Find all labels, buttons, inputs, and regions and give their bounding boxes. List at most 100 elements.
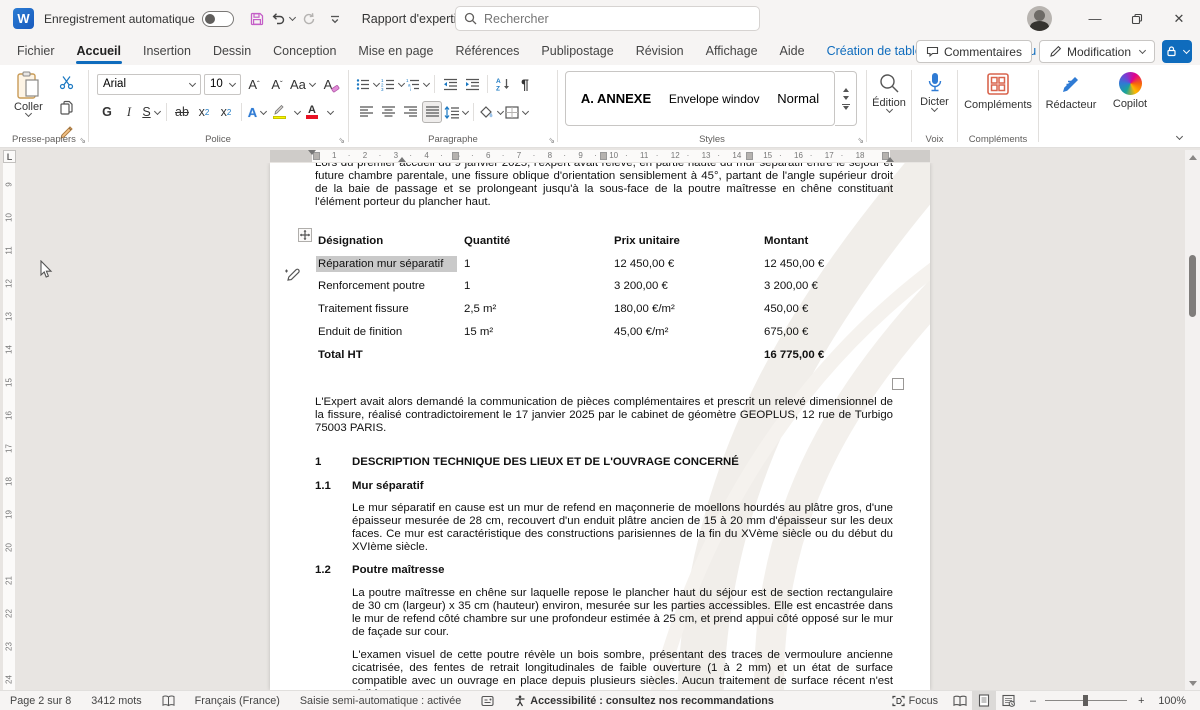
print-layout-button[interactable] [972,691,996,710]
tab-conception[interactable]: Conception [262,39,347,63]
paste-button[interactable]: Coller [14,71,43,116]
web-layout-button[interactable] [996,691,1020,710]
highlight-button[interactable] [269,101,289,123]
edition-button[interactable]: Édition [869,72,909,112]
font-name-select[interactable]: Arial [97,74,201,95]
restore-button[interactable] [1116,0,1158,37]
paragraph-dialog-launcher[interactable]: ⇘ [548,136,555,145]
autosave-control[interactable]: Enregistrement automatique [44,11,234,27]
dictate-button[interactable]: Dicter [915,72,954,111]
copilot-button[interactable]: Copilot [1104,72,1156,110]
document-content[interactable]: Lors du premier accueil du 9 janvier 202… [315,163,893,690]
close-button[interactable]: ✕ [1158,0,1200,37]
tab-aide[interactable]: Aide [769,39,816,63]
change-case-button[interactable]: Aa [290,73,315,95]
zoom-out-button[interactable]: – [1020,695,1038,707]
shading-button[interactable] [479,101,503,123]
page-indicator[interactable]: Page 2 sur 8 [0,695,81,707]
tab-mise-en-page[interactable]: Mise en page [347,39,444,63]
paragraph-poutre[interactable]: La poutre maîtresse en chêne sur laquell… [352,587,893,639]
align-center-button[interactable] [378,101,398,123]
underline-button[interactable]: S [141,101,161,123]
table-column-marker[interactable] [452,152,459,160]
tab-stop-selector[interactable]: L [3,150,16,163]
cut-button[interactable] [56,71,76,93]
subscript-button[interactable]: x2 [194,101,214,123]
redo-button[interactable] [296,6,322,32]
account-avatar[interactable] [1027,6,1052,31]
tab-publipostage[interactable]: Publipostage [530,39,624,63]
table-total-row[interactable]: Total HT 16 775,00 € [315,344,895,367]
table-row[interactable]: Renforcement poutre 1 3 200,00 € 3 200,0… [315,276,895,299]
tab-fichier[interactable]: Fichier [6,39,66,63]
shrink-font-button[interactable]: Aˇ [267,73,287,95]
right-indent-marker[interactable] [886,157,894,162]
read-mode-button[interactable] [948,691,972,710]
superscript-button[interactable]: x2 [216,101,236,123]
table-column-marker[interactable] [600,152,607,160]
first-line-indent-marker[interactable] [308,150,316,155]
autosave-toggle[interactable] [202,11,234,27]
inline-rewrite-pen-icon[interactable] [284,266,301,283]
scrollbar-thumb[interactable] [1189,255,1196,317]
table-column-marker[interactable] [746,152,753,160]
paragraph-fissure[interactable]: future chambre parentale, une fissure ob… [315,170,893,209]
undo-button[interactable] [270,6,296,32]
bold-button[interactable]: G [97,101,117,123]
share-button[interactable] [1162,40,1192,63]
document-canvas[interactable]: 9101112131415161718192021222324 Lors du … [0,163,1200,690]
vertical-ruler[interactable]: 9101112131415161718192021222324 [3,163,15,690]
numbering-button[interactable]: 123 [381,73,404,95]
save-button[interactable] [244,6,270,32]
table-row[interactable]: Enduit de finition 15 m² 45,00 €/m² 675,… [315,321,895,344]
word-count[interactable]: 3412 mots [81,695,151,707]
editor-button[interactable]: Rédacteur [1040,72,1102,111]
language-indicator[interactable]: Français (France) [185,695,290,707]
align-left-button[interactable] [356,101,376,123]
bullets-button[interactable] [356,73,379,95]
quick-access-overflow-button[interactable] [322,6,348,32]
style-annexe[interactable]: A. ANNEXE [581,91,651,106]
tab-accueil[interactable]: Accueil [66,39,132,63]
clear-format-button[interactable]: A [318,73,338,95]
estimate-table[interactable]: Désignation Quantité Prix unitaire Monta… [315,230,895,367]
zoom-in-button[interactable]: + [1134,695,1148,707]
minimize-button[interactable]: — [1074,0,1116,37]
proofing-status[interactable] [152,695,185,707]
sort-button[interactable]: AZ [493,73,513,95]
strikethrough-button[interactable]: ab [172,101,192,123]
scroll-down-button[interactable] [1185,676,1200,690]
document-page[interactable]: Lors du premier accueil du 9 janvier 202… [270,163,930,690]
word-logo-icon[interactable]: W [13,8,34,29]
show-marks-button[interactable]: ¶ [515,73,535,95]
clipboard-dialog-launcher[interactable]: ⇘ [79,136,86,145]
styles-gallery-scroll[interactable] [835,71,857,126]
decrease-indent-button[interactable] [440,73,460,95]
collapse-ribbon-icon[interactable] [1176,133,1183,140]
multilevel-list-button[interactable]: 1ai [406,73,429,95]
search-box[interactable] [455,6,760,31]
table-row[interactable]: Traitement fissure 2,5 m² 180,00 €/m² 45… [315,298,895,321]
font-size-select[interactable]: 10 [204,74,241,95]
line-spacing-button[interactable] [444,101,468,123]
focus-mode-button[interactable]: Focus [882,695,948,707]
heading-1[interactable]: 1DESCRIPTION TECHNIQUE DES LIEUX ET DE L… [315,456,893,469]
style-normal[interactable]: Normal [777,91,819,106]
grow-font-button[interactable]: Aˆ [244,73,264,95]
table-row[interactable]: Réparation mur séparatif 1 12 450,00 € 1… [315,253,895,276]
tab-dessin[interactable]: Dessin [202,39,262,63]
heading-1-2[interactable]: 1.2Poutre maîtresse [315,564,893,577]
font-color-dropdown-icon[interactable] [327,107,334,114]
borders-button[interactable] [505,101,528,123]
italic-button[interactable]: I [119,101,139,123]
justify-button[interactable] [422,101,442,123]
font-dialog-launcher[interactable]: ⇘ [338,136,345,145]
zoom-slider[interactable] [1045,700,1127,701]
paragraph-examen[interactable]: L'examen visuel de cette poutre révèle u… [352,649,893,690]
search-input[interactable] [484,12,724,26]
table-move-handle[interactable] [298,228,312,242]
font-color-button[interactable]: A [302,101,322,123]
highlight-dropdown-icon[interactable] [294,107,301,114]
tab-revision[interactable]: Révision [625,39,695,63]
text-effects-button[interactable]: A [247,101,267,123]
